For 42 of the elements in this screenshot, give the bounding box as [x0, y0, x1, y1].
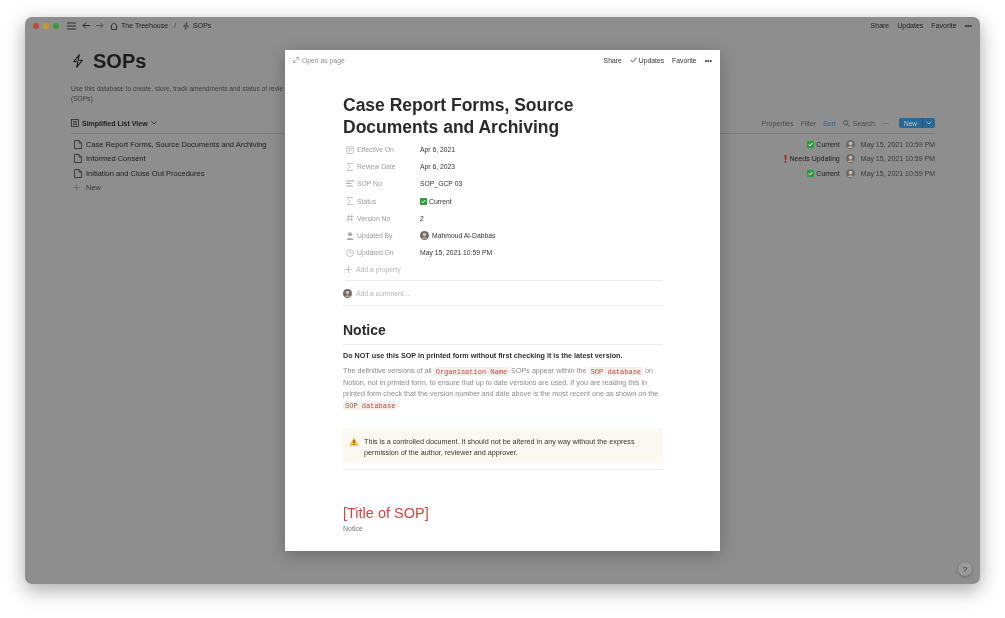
lightning-bolt-icon	[182, 21, 191, 30]
plus-icon	[345, 266, 352, 274]
warning-icon	[349, 437, 359, 447]
avatar-icon	[845, 154, 855, 164]
avatar-icon	[845, 168, 855, 178]
home-icon	[110, 21, 118, 30]
menu-icon[interactable]	[67, 21, 76, 30]
exclamation-icon	[784, 154, 788, 163]
checkmark-icon	[807, 169, 815, 177]
close-window-button[interactable]	[33, 22, 39, 29]
help-button[interactable]: ?	[958, 562, 972, 576]
section-heading: Notice	[343, 320, 663, 346]
sigma-icon	[346, 162, 354, 171]
avatar-icon	[845, 139, 855, 149]
page-title: Case Report Forms, Source Documents and Archiving	[343, 94, 575, 138]
list-view-icon	[71, 119, 79, 127]
person-icon	[346, 231, 354, 240]
caret-icon	[150, 121, 157, 125]
section-heading: [Title of SOP]	[343, 504, 430, 524]
hash-icon	[346, 214, 354, 223]
checkmark-icon	[629, 57, 637, 63]
checkmark-icon	[420, 197, 427, 205]
zoom-window-button[interactable]	[53, 22, 59, 29]
document-icon	[74, 154, 82, 164]
minimize-window-button[interactable]	[43, 22, 49, 29]
page-title: SOPs	[93, 49, 147, 73]
plus-icon	[73, 184, 80, 191]
forward-arrow-icon[interactable]	[96, 22, 104, 29]
sigma-icon	[346, 197, 354, 206]
avatar-icon	[343, 288, 352, 298]
text-lines-icon	[346, 180, 354, 188]
caret-icon	[926, 121, 932, 125]
clock-icon	[346, 248, 354, 257]
document-icon	[74, 139, 82, 149]
avatar-icon	[420, 231, 429, 241]
calendar-icon	[346, 145, 354, 154]
document-icon	[74, 168, 82, 178]
expand-icon[interactable]	[293, 57, 299, 63]
search-icon	[842, 119, 850, 127]
back-arrow-icon[interactable]	[82, 22, 90, 29]
lightning-bolt-icon	[71, 54, 85, 68]
checkmark-icon	[807, 140, 815, 148]
